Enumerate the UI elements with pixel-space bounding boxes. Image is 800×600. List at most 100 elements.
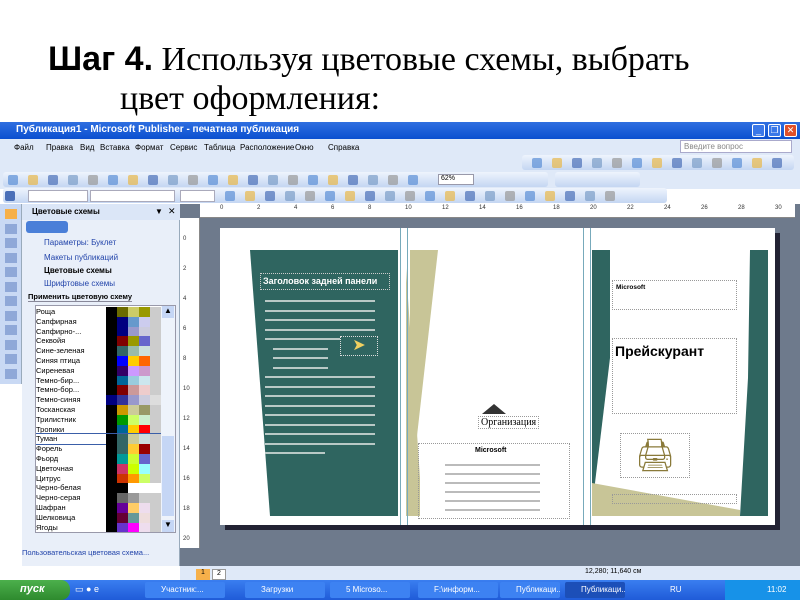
taskbar-item[interactable]: 5 Microso... (330, 582, 410, 598)
toolbar-button-icon[interactable] (632, 158, 642, 168)
color-scheme-item[interactable]: Цветочная (36, 463, 161, 474)
font-select[interactable] (90, 190, 175, 202)
color-scheme-item[interactable]: Сапфирная (36, 316, 161, 327)
color-scheme-item[interactable]: Темно-бир... (36, 375, 161, 386)
toolbar-button-icon[interactable] (485, 191, 495, 201)
tool-icon[interactable] (5, 267, 17, 277)
toolbar-button-icon[interactable] (565, 191, 575, 201)
menu-4[interactable]: Формат (135, 143, 163, 152)
custom-color-scheme-link[interactable]: Пользовательская цветовая схема... (22, 548, 149, 557)
toolbar-button-icon[interactable] (208, 175, 218, 185)
toolbar-button-icon[interactable] (388, 175, 398, 185)
toolbar-button-icon[interactable] (732, 158, 742, 168)
front-company-name[interactable]: Microsoft (612, 280, 737, 310)
toolbar-button-icon[interactable] (385, 191, 395, 201)
color-scheme-item[interactable]: Фьорд (36, 454, 161, 464)
color-scheme-item[interactable]: Сиреневая (36, 365, 161, 376)
toolbar-button-icon[interactable] (772, 158, 782, 168)
taskbar-item[interactable]: Участник:... (145, 582, 225, 598)
color-scheme-item[interactable]: Роща (36, 307, 161, 317)
tool-icon[interactable] (5, 252, 17, 263)
tool-icon[interactable] (5, 339, 17, 350)
minimize-button[interactable]: _ (752, 124, 765, 137)
toolbar-button-icon[interactable] (28, 175, 38, 185)
front-phone-box[interactable] (612, 494, 737, 504)
menu-0[interactable]: Файл (14, 143, 34, 152)
toolbar-button-icon[interactable] (128, 175, 138, 185)
styles-icon[interactable] (5, 191, 15, 201)
toolbar-button-icon[interactable] (345, 191, 355, 201)
toolbar-button-icon[interactable] (325, 191, 335, 201)
toolbar-button-icon[interactable] (672, 158, 682, 168)
color-scheme-item[interactable]: Форель (36, 444, 161, 455)
toolbar-button-icon[interactable] (168, 175, 178, 185)
taskbar-item[interactable]: Публикаци... (565, 582, 625, 598)
toolbar-button-icon[interactable] (585, 191, 595, 201)
color-scheme-item[interactable]: Темно-синяя (36, 395, 161, 406)
toolbar-button-icon[interactable] (228, 175, 238, 185)
color-scheme-item[interactable]: Трилистник (36, 414, 161, 425)
toolbar-button-icon[interactable] (225, 191, 235, 201)
toolbar-button-icon[interactable] (148, 175, 158, 185)
language-indicator[interactable]: RU (670, 585, 682, 594)
taskbar-item[interactable]: Публикаци... (500, 582, 560, 598)
toolbar-button-icon[interactable] (465, 191, 475, 201)
restore-button[interactable]: ❐ (768, 124, 781, 137)
link-publication-designs[interactable]: Макеты публикаций (44, 253, 118, 262)
toolbar-button-icon[interactable] (88, 175, 98, 185)
toolbar-button-icon[interactable] (108, 175, 118, 185)
color-scheme-item[interactable]: Синяя птица (36, 356, 161, 366)
color-scheme-item[interactable]: Туман (36, 433, 162, 446)
font-size-select[interactable] (180, 190, 215, 202)
page-tab-2[interactable]: 2 (212, 569, 226, 580)
start-button[interactable]: пуск (0, 580, 70, 600)
menu-8[interactable]: Окно (295, 143, 314, 152)
paper-plane-image[interactable]: ➤ (340, 336, 378, 356)
tool-icon[interactable] (5, 238, 17, 248)
toolbar-button-icon[interactable] (348, 175, 358, 185)
toolbar-button-icon[interactable] (552, 158, 562, 168)
pane-menu-icon[interactable]: ▼ (155, 207, 163, 216)
toolbar-button-icon[interactable] (265, 191, 275, 201)
brochure-page[interactable]: Заголовок задней панели ➤ Организация Mi… (220, 228, 775, 525)
menu-3[interactable]: Вставка (100, 143, 130, 152)
toolbar-button-icon[interactable] (288, 175, 298, 185)
toolbar-button-icon[interactable] (248, 175, 258, 185)
toolbar-button-icon[interactable] (545, 191, 555, 201)
tool-icon[interactable] (5, 368, 17, 379)
toolbar-button-icon[interactable] (712, 158, 722, 168)
tool-icon[interactable] (5, 325, 17, 335)
horizontal-ruler[interactable]: 0 2 4 6 8 10 12 14 16 18 20 22 24 26 28 30 (200, 204, 795, 218)
toolbar-button-icon[interactable] (48, 175, 58, 185)
toolbar-button-icon[interactable] (612, 158, 622, 168)
link-font-schemes[interactable]: Шрифтовые схемы (44, 279, 115, 288)
tool-icon[interactable] (5, 296, 17, 306)
link-color-schemes[interactable]: Цветовые схемы (44, 266, 112, 275)
toolbar-button-icon[interactable] (8, 175, 18, 185)
color-scheme-item[interactable]: Темно-бор... (36, 385, 161, 396)
toolbar-button-icon[interactable] (572, 158, 582, 168)
zoom-select[interactable]: 62% (438, 174, 474, 185)
toolbar-button-icon[interactable] (328, 175, 338, 185)
organization-logo[interactable]: Организация (478, 416, 540, 429)
page-tab-1[interactable]: 1 (196, 569, 210, 580)
color-scheme-item[interactable]: Черно-белая (36, 483, 161, 494)
toolbar-button-icon[interactable] (405, 191, 415, 201)
back-panel-title[interactable]: Заголовок задней панели (260, 273, 390, 290)
tool-icon[interactable] (5, 209, 17, 219)
toolbar-button-icon[interactable] (525, 191, 535, 201)
menu-7[interactable]: Расположение (240, 143, 294, 152)
menu-1[interactable]: Правка (46, 143, 73, 152)
color-scheme-item[interactable]: Секвойя (36, 336, 161, 347)
menu-6[interactable]: Таблица (204, 143, 235, 152)
menu-2[interactable]: Вид (80, 143, 94, 152)
help-search-input[interactable]: Введите вопрос (680, 140, 792, 153)
tool-icon[interactable] (5, 354, 17, 364)
scrollbar-thumb[interactable] (162, 436, 174, 516)
toolbar-button-icon[interactable] (605, 191, 615, 201)
tool-icon[interactable] (5, 310, 17, 321)
front-title[interactable]: Прейскурант (612, 338, 737, 414)
menu-5[interactable]: Сервис (170, 143, 197, 152)
toolbar-button-icon[interactable] (365, 191, 375, 201)
link-brochure-options[interactable]: Параметры: Буклет (44, 238, 116, 247)
